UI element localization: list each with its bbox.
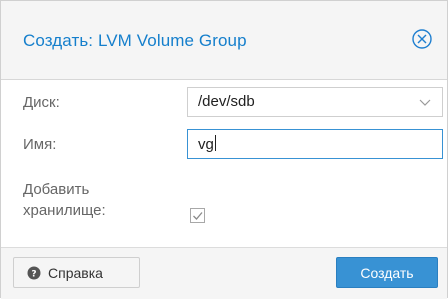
add-storage-checkbox[interactable]: [189, 207, 207, 225]
disk-select[interactable]: /dev/sdb: [187, 87, 443, 117]
name-input[interactable]: vg: [187, 129, 443, 159]
dialog-title: Создать: LVM Volume Group: [23, 31, 247, 50]
help-button-label: Справка: [48, 265, 103, 281]
chevron-down-icon[interactable]: [418, 96, 432, 108]
add-storage-label-line2: хранилище:: [23, 202, 106, 219]
close-icon[interactable]: [411, 28, 433, 50]
create-lvm-dialog: Создать: LVM Volume Group Диск: /dev/sdb…: [0, 0, 448, 299]
create-button[interactable]: Создать: [336, 257, 438, 288]
svg-text:?: ?: [31, 270, 36, 280]
question-circle-icon: ?: [27, 266, 41, 280]
dialog-footer: ? Справка Создать: [1, 247, 447, 299]
disk-select-value: /dev/sdb: [198, 93, 255, 110]
disk-label: Диск:: [23, 94, 60, 111]
text-cursor: [214, 135, 216, 151]
help-button[interactable]: ? Справка: [13, 257, 140, 288]
dialog-header: Создать: LVM Volume Group: [1, 1, 447, 80]
name-label: Имя:: [23, 136, 57, 153]
add-storage-label: Добавить хранилище:: [23, 179, 106, 221]
add-storage-label-line1: Добавить: [23, 181, 90, 198]
name-input-value: vg: [198, 135, 216, 153]
create-button-label: Создать: [360, 265, 414, 281]
